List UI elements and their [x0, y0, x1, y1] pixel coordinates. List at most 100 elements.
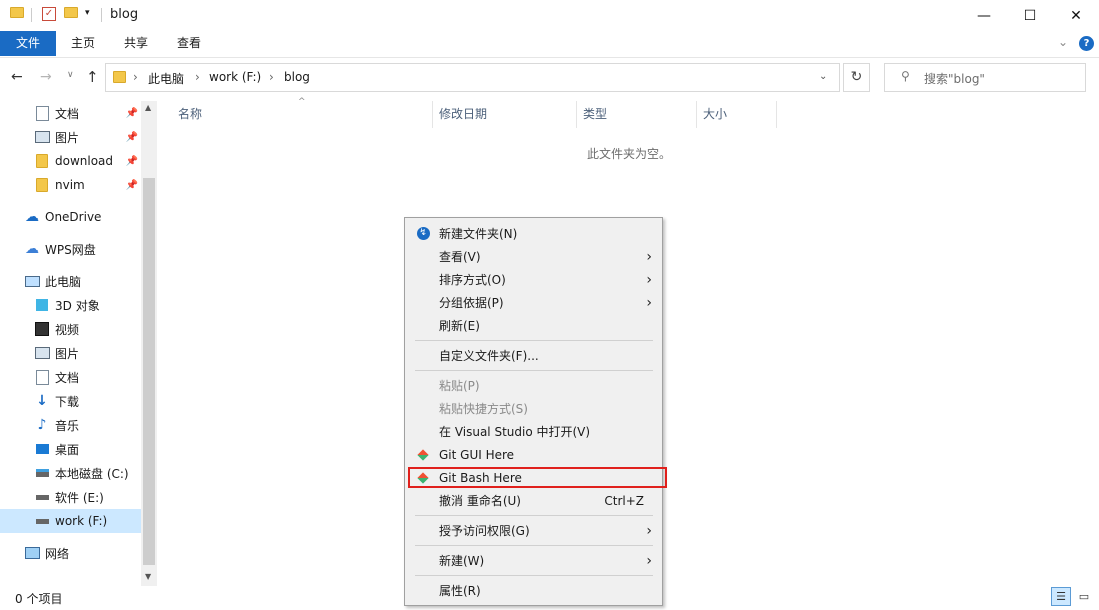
drive-icon	[34, 490, 50, 504]
new-folder-icon: ↯	[415, 226, 431, 242]
nav-item-drive-f[interactable]: work (F:)	[0, 509, 141, 533]
nav-item-download[interactable]: download 📌	[0, 149, 141, 173]
submenu-arrow-icon: ›	[646, 271, 652, 288]
tab-view[interactable]: 查看	[164, 31, 214, 56]
back-arrow-icon[interactable]: ←	[11, 69, 23, 85]
drive-icon	[34, 514, 50, 528]
nav-item-onedrive[interactable]: ☁ OneDrive	[0, 205, 141, 229]
menu-git-gui-here[interactable]: Git GUI Here	[405, 443, 662, 466]
window-title: blog	[110, 7, 139, 22]
menu-separator	[415, 545, 653, 546]
folder-icon	[113, 71, 126, 83]
column-name[interactable]: 名称	[178, 101, 202, 128]
menu-view[interactable]: 查看(V) ›	[405, 245, 662, 268]
item-count: 0 个项目	[15, 592, 63, 606]
column-divider[interactable]	[696, 101, 697, 128]
folder-icon	[34, 178, 50, 192]
menu-customize-folder[interactable]: 自定义文件夹(F)...	[405, 344, 662, 367]
wps-cloud-icon: ☁	[25, 241, 39, 257]
nav-item-drive-e[interactable]: 软件 (E:)	[0, 485, 141, 509]
search-icon: ⚲	[901, 69, 910, 83]
nav-item-pictures-pc[interactable]: 图片	[0, 341, 141, 365]
pin-icon[interactable]: 📌	[126, 180, 138, 191]
pin-icon[interactable]: 📌	[126, 156, 138, 167]
up-arrow-icon[interactable]: ↑	[86, 68, 99, 86]
nav-item-this-pc[interactable]: 此电脑	[0, 269, 141, 293]
large-icons-view-icon[interactable]: ▭	[1074, 587, 1094, 606]
properties-icon[interactable]: ✓	[42, 7, 56, 21]
highlight-box	[408, 467, 667, 488]
menu-sort-by[interactable]: 排序方式(O) ›	[405, 268, 662, 291]
refresh-icon[interactable]: ↻	[843, 63, 870, 92]
nav-item-documents-pc[interactable]: 文档	[0, 365, 141, 389]
nav-item-documents[interactable]: 文档 📌	[0, 101, 141, 125]
search-input[interactable]: ⚲ 搜索"blog"	[884, 63, 1086, 92]
nav-item-desktop[interactable]: 桌面	[0, 437, 141, 461]
menu-separator	[415, 370, 653, 371]
computer-icon	[24, 274, 40, 288]
breadcrumb-this-pc[interactable]: 此电脑	[148, 70, 184, 87]
column-type[interactable]: 类型	[583, 101, 607, 128]
pictures-icon	[34, 130, 50, 144]
menu-refresh[interactable]: 刷新(E)	[405, 314, 662, 337]
tab-file[interactable]: 文件	[0, 31, 56, 56]
customize-quick-access-icon[interactable]: ▾	[85, 8, 90, 18]
divider	[31, 8, 32, 22]
breadcrumb-work-drive[interactable]: work (F:)	[209, 70, 261, 84]
column-size[interactable]: 大小	[703, 101, 727, 128]
menu-new[interactable]: 新建(W) ›	[405, 549, 662, 572]
nav-item-network[interactable]: 网络	[0, 541, 141, 565]
ribbon-tabs: 文件 主页 共享 查看 ⌄ ?	[0, 31, 1099, 58]
column-divider[interactable]	[432, 101, 433, 128]
nav-item-pictures[interactable]: 图片 📌	[0, 125, 141, 149]
help-icon[interactable]: ?	[1079, 36, 1094, 51]
submenu-arrow-icon: ›	[646, 552, 652, 569]
tab-home[interactable]: 主页	[58, 31, 108, 56]
nav-item-videos[interactable]: 视频	[0, 317, 141, 341]
search-placeholder: 搜索"blog"	[924, 72, 985, 86]
close-button[interactable]: ✕	[1053, 0, 1099, 31]
nav-item-drive-c[interactable]: 本地磁盘 (C:)	[0, 461, 141, 485]
folder-icon	[10, 7, 24, 21]
menu-open-in-visual-studio[interactable]: 在 Visual Studio 中打开(V)	[405, 420, 662, 443]
shortcut-label: Ctrl+Z	[604, 493, 644, 508]
music-icon: ♪	[37, 417, 47, 433]
drive-icon	[34, 466, 50, 480]
videos-icon	[34, 322, 50, 336]
empty-folder-message: 此文件夹为空。	[587, 147, 672, 161]
menu-new-folder[interactable]: ↯ 新建文件夹(N)	[405, 222, 662, 245]
details-view-icon[interactable]: ☰	[1051, 587, 1071, 606]
nav-item-downloads[interactable]: ↓ 下载	[0, 389, 141, 413]
pictures-icon	[34, 346, 50, 360]
address-dropdown-icon[interactable]: ⌄	[819, 71, 827, 82]
new-folder-icon[interactable]	[64, 7, 78, 21]
minimize-button[interactable]: —	[961, 0, 1007, 31]
submenu-arrow-icon: ›	[646, 248, 652, 265]
breadcrumb-separator-icon: ›	[195, 70, 200, 84]
nav-item-wps[interactable]: ☁ WPS网盘	[0, 237, 141, 261]
nav-item-nvim[interactable]: nvim 📌	[0, 173, 141, 197]
pin-icon[interactable]: 📌	[126, 108, 138, 119]
column-divider[interactable]	[576, 101, 577, 128]
navigation-pane: 文档 📌 图片 📌 download 📌 nvim 📌 ☁ OneDrive ☁…	[0, 101, 141, 586]
nav-item-3d-objects[interactable]: 3D 对象	[0, 293, 141, 317]
menu-group-by[interactable]: 分组依据(P) ›	[405, 291, 662, 314]
menu-grant-access[interactable]: 授予访问权限(G) ›	[405, 519, 662, 542]
forward-arrow-icon[interactable]: →	[40, 69, 52, 85]
expand-ribbon-icon[interactable]: ⌄	[1058, 35, 1068, 49]
scroll-up-icon[interactable]: ▲	[145, 103, 151, 112]
address-row: ← → ∨ ↑ › 此电脑 › work (F:) › blog ⌄ ↻ ⚲ 搜…	[0, 57, 1099, 99]
column-date-modified[interactable]: 修改日期	[439, 101, 487, 128]
status-bar: 0 个项目 ☰ ▭	[0, 586, 1099, 610]
menu-undo-rename[interactable]: 撤消 重命名(U) Ctrl+Z	[405, 489, 662, 512]
address-bar[interactable]: › 此电脑 › work (F:) › blog ⌄	[105, 63, 840, 92]
column-divider[interactable]	[776, 101, 777, 128]
tab-share[interactable]: 共享	[111, 31, 161, 56]
scroll-down-icon[interactable]: ▼	[145, 572, 151, 581]
nav-scrollbar-thumb[interactable]	[143, 178, 155, 565]
recent-locations-icon[interactable]: ∨	[67, 70, 74, 80]
maximize-button[interactable]: ☐	[1007, 0, 1053, 31]
nav-item-music[interactable]: ♪ 音乐	[0, 413, 141, 437]
pin-icon[interactable]: 📌	[126, 132, 138, 143]
breadcrumb-blog[interactable]: blog	[284, 70, 310, 84]
